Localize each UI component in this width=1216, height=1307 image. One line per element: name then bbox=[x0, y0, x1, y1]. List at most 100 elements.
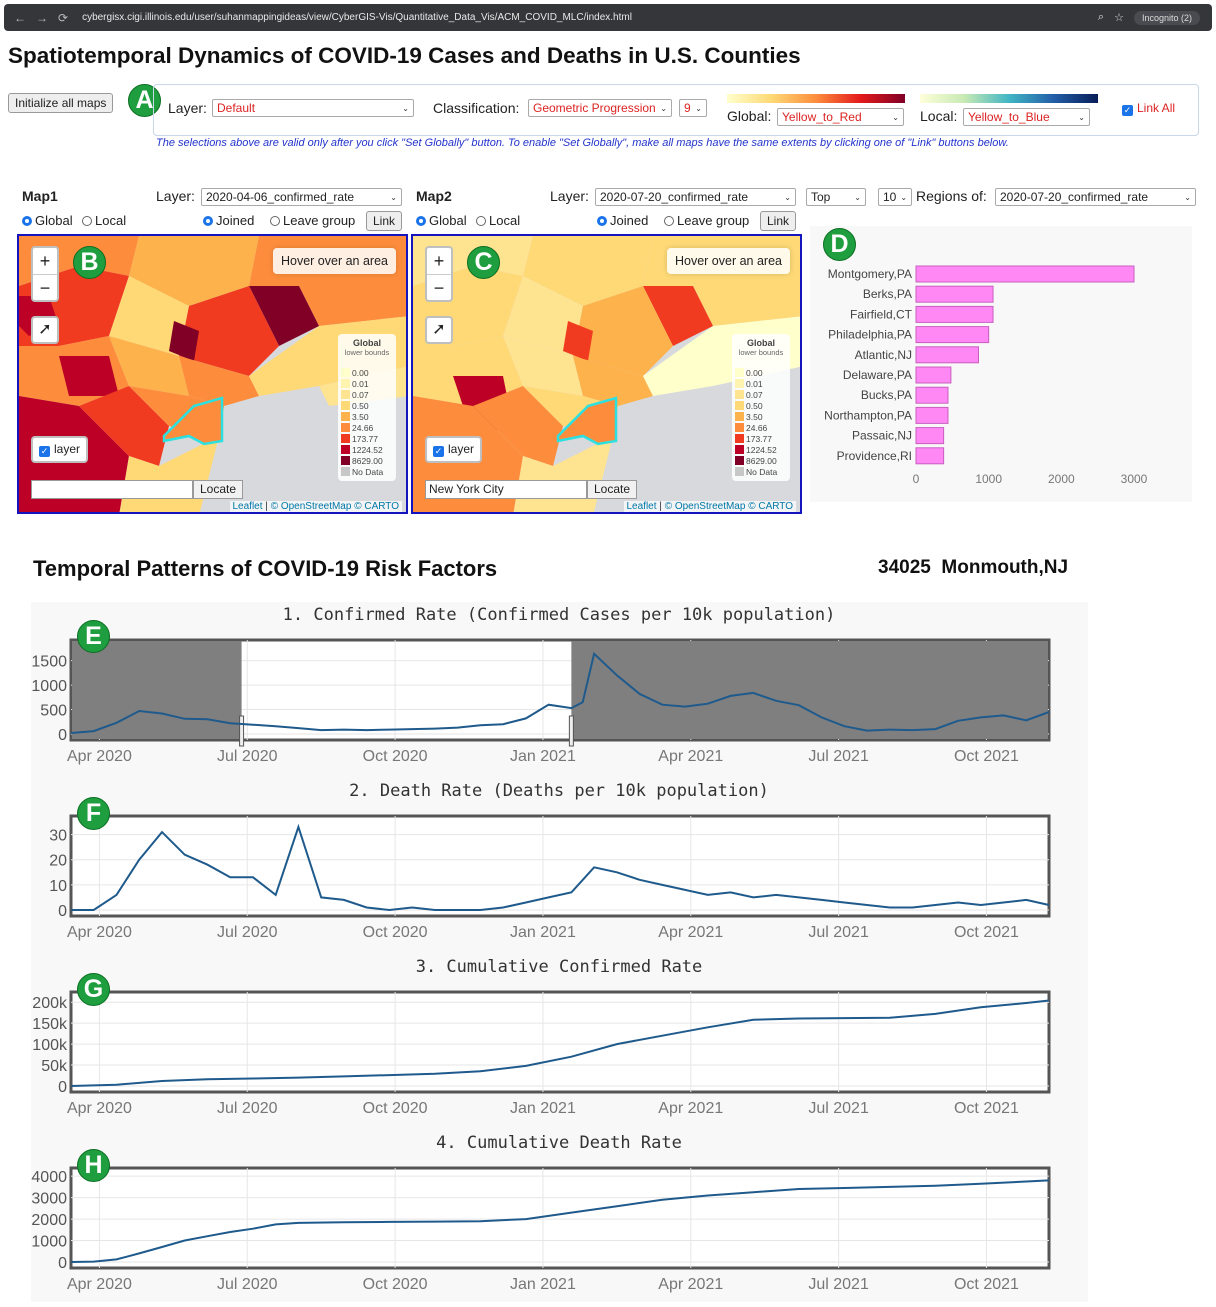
osm-link[interactable]: © OpenStreetMap © CARTO bbox=[665, 501, 793, 512]
map2-joined-radio[interactable]: Joined bbox=[597, 213, 648, 228]
regions-select[interactable]: 2020-07-20_confirmed_rate ⌄ bbox=[995, 188, 1196, 206]
legend-label: 3.50 bbox=[746, 411, 763, 422]
map1-search-input[interactable] bbox=[31, 480, 193, 499]
brush-handle[interactable] bbox=[239, 715, 245, 747]
bar[interactable] bbox=[915, 265, 1135, 283]
map2-leave-radio[interactable]: Leave group bbox=[664, 213, 749, 228]
zoom-in-icon[interactable]: + bbox=[427, 248, 451, 275]
map2-locate-button[interactable]: Locate bbox=[587, 480, 638, 499]
map1-global-radio[interactable]: Global bbox=[22, 213, 73, 228]
legend-swatch bbox=[341, 445, 350, 454]
legend-item: 0.00 bbox=[735, 367, 787, 378]
legend-swatch bbox=[341, 467, 350, 476]
zoom-in-icon[interactable]: + bbox=[33, 248, 57, 275]
x-tick-label: Jul 2021 bbox=[808, 748, 869, 765]
reload-icon[interactable]: ⟳ bbox=[58, 11, 68, 25]
legend-label: 0.01 bbox=[352, 378, 369, 389]
badge-c: C bbox=[467, 246, 500, 279]
badge-b: B bbox=[73, 246, 106, 279]
legend-label: 3.50 bbox=[352, 411, 369, 422]
map1-layer-toggle[interactable]: ✓ layer bbox=[31, 436, 89, 463]
class-count-select[interactable]: 9 ⌄ bbox=[679, 99, 707, 117]
legend-rows: 0.00 0.01 0.07 0.50 3.50 24.66 173.77 1224.52 86… bbox=[735, 367, 787, 477]
local-palette-select[interactable]: Yellow_to_Blue ⌄ bbox=[963, 108, 1090, 126]
brush-mask-left[interactable] bbox=[72, 641, 242, 739]
select-pointer-icon[interactable]: ➚ bbox=[31, 316, 59, 344]
bar-label: Berks,PA bbox=[863, 287, 912, 301]
legend-label: 0.01 bbox=[746, 378, 763, 389]
select-pointer-icon[interactable]: ➚ bbox=[425, 316, 453, 344]
incognito-badge[interactable]: Incognito (2) bbox=[1133, 10, 1200, 25]
classification-select[interactable]: Geometric Progression ⌄ bbox=[528, 99, 672, 117]
map1-layer-select[interactable]: 2020-04-06_confirmed_rate ⌄ bbox=[201, 188, 402, 206]
x-tick-label: Jul 2021 bbox=[808, 924, 869, 941]
map1-local-radio[interactable]: Local bbox=[82, 213, 126, 228]
top-regions-bar-panel: Montgomery,PA Berks,PA Fairfield,CT Philade… bbox=[810, 226, 1192, 502]
legend-label: 24.66 bbox=[746, 422, 768, 433]
map2-layer-select[interactable]: 2020-07-20_confirmed_rate ⌄ bbox=[595, 188, 796, 206]
osm-link[interactable]: © OpenStreetMap © CARTO bbox=[271, 501, 399, 512]
x-tick-label: Oct 2020 bbox=[363, 1100, 428, 1117]
global-palette-select[interactable]: Yellow_to_Red ⌄ bbox=[777, 108, 904, 126]
legend-title: Global bbox=[746, 338, 775, 348]
bar[interactable] bbox=[915, 406, 949, 424]
map1-layer-label: Layer: bbox=[156, 188, 195, 204]
global-color-ramp bbox=[727, 94, 905, 103]
zoom-out-icon[interactable]: − bbox=[33, 275, 57, 302]
address-bar[interactable]: cybergisx.cigi.illinois.edu/user/suhanma… bbox=[82, 12, 1098, 23]
star-icon[interactable]: ☆ bbox=[1114, 11, 1124, 24]
bar-label: Atlantic,NJ bbox=[855, 348, 912, 362]
leaflet-link[interactable]: Leaflet bbox=[233, 501, 263, 512]
x-tick-label: Jan 2021 bbox=[510, 1100, 576, 1117]
map2-canvas[interactable]: + − ➚ Hover over an area Global lower bou… bbox=[411, 234, 802, 514]
bar[interactable] bbox=[915, 285, 994, 303]
bar[interactable] bbox=[915, 386, 949, 404]
chevron-down-icon: ⌄ bbox=[390, 192, 397, 202]
brush-handle[interactable] bbox=[568, 715, 574, 747]
bar[interactable] bbox=[915, 427, 945, 445]
badge-h: H bbox=[77, 1149, 110, 1182]
map1-link-button[interactable]: Link bbox=[366, 211, 403, 231]
bar[interactable] bbox=[915, 447, 945, 465]
map2-local-radio[interactable]: Local bbox=[476, 213, 520, 228]
top-select[interactable]: Top ⌄ bbox=[806, 188, 866, 206]
map1-locate-button[interactable]: Locate bbox=[193, 480, 244, 499]
layer-select[interactable]: Default ⌄ bbox=[212, 99, 414, 117]
page-title: Spatiotemporal Dynamics of COVID-19 Case… bbox=[8, 43, 801, 68]
bar[interactable] bbox=[915, 346, 979, 364]
temporal-line-charts[interactable]: 1. Confirmed Rate (Confirmed Cases per 1… bbox=[31, 602, 1088, 1302]
bar-label: Providence,RI bbox=[837, 449, 912, 463]
map1-joined-radio[interactable]: Joined bbox=[203, 213, 254, 228]
legend-item: 1224.52 bbox=[735, 444, 787, 455]
initialize-maps-button[interactable]: Initialize all maps bbox=[8, 93, 114, 113]
bar[interactable] bbox=[915, 366, 952, 384]
bar-label: Fairfield,CT bbox=[850, 307, 913, 321]
map2-search-input[interactable]: New York City bbox=[425, 480, 587, 499]
map2-global-radio[interactable]: Global bbox=[416, 213, 467, 228]
top-regions-bar-chart[interactable]: Montgomery,PA Berks,PA Fairfield,CT Philade… bbox=[810, 226, 1192, 502]
bar[interactable] bbox=[915, 326, 990, 344]
y-tick-label: 3000 bbox=[31, 1191, 67, 1208]
x-tick-label: 2000 bbox=[1048, 472, 1075, 486]
x-tick-label: Apr 2021 bbox=[658, 1276, 723, 1293]
back-icon[interactable]: ← bbox=[14, 11, 26, 25]
x-tick-label: Oct 2021 bbox=[954, 924, 1019, 941]
x-tick-label: Apr 2020 bbox=[67, 1276, 132, 1293]
map1-canvas[interactable]: + − ➚ Hover over an area Global lower bou… bbox=[17, 234, 408, 514]
legend-item: 3.50 bbox=[735, 411, 787, 422]
forward-icon[interactable]: → bbox=[36, 11, 48, 25]
map2-link-button[interactable]: Link bbox=[760, 211, 797, 231]
link-all-checkbox[interactable]: ✓ Link All bbox=[1122, 101, 1175, 116]
map1-leave-radio[interactable]: Leave group bbox=[270, 213, 355, 228]
map1-locate: Locate bbox=[31, 480, 244, 499]
brush-mask-right[interactable] bbox=[571, 641, 1048, 739]
zoom-icon[interactable]: ⌕ bbox=[1098, 11, 1104, 24]
badge-f: F bbox=[77, 797, 110, 830]
zoom-out-icon[interactable]: − bbox=[427, 275, 451, 302]
top-n-select[interactable]: 10 ⌄ bbox=[878, 188, 912, 206]
x-tick-label: Jan 2021 bbox=[510, 924, 576, 941]
map2-layer-toggle[interactable]: ✓ layer bbox=[425, 436, 483, 463]
bar-label: Northampton,PA bbox=[824, 408, 912, 422]
leaflet-link[interactable]: Leaflet bbox=[627, 501, 657, 512]
bar[interactable] bbox=[915, 305, 994, 323]
